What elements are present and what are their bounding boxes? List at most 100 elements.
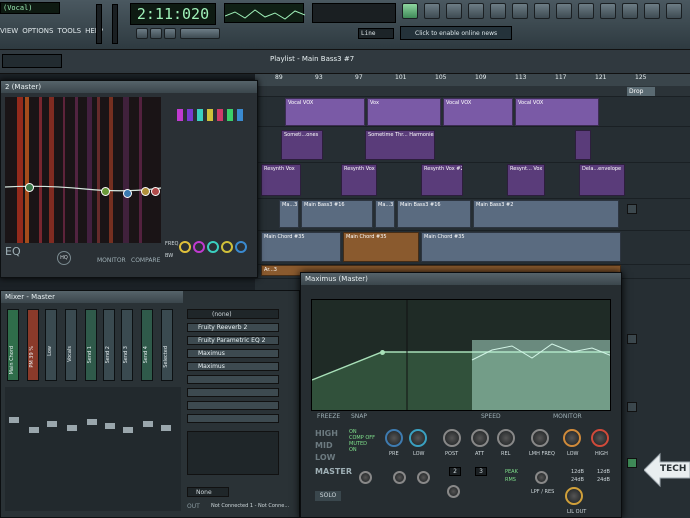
mixer-strip[interactable] <box>121 309 133 381</box>
high-freq-knob[interactable] <box>591 429 609 447</box>
tool-button-3[interactable] <box>468 3 484 19</box>
band-tab-high[interactable]: HIGH <box>315 429 338 438</box>
band-knob[interactable] <box>359 471 372 484</box>
channel-fader[interactable] <box>67 425 77 431</box>
pattern-selector[interactable] <box>2 54 62 68</box>
peak-label[interactable]: PEAK <box>505 469 518 475</box>
eq-band-node[interactable] <box>151 187 160 196</box>
band-fader[interactable] <box>217 109 223 121</box>
mixer-strip[interactable] <box>141 309 153 381</box>
post-gain-knob[interactable] <box>443 429 461 447</box>
pre-gain-knob[interactable] <box>385 429 403 447</box>
low-knob[interactable] <box>409 429 427 447</box>
fx-slot[interactable]: Fruity Parametric EQ 2 <box>187 336 279 345</box>
drop-marker[interactable]: Drop <box>627 87 655 96</box>
pattern-clip[interactable]: Main Bass3 #16 <box>301 200 373 228</box>
band-tab-low[interactable]: LOW <box>315 453 335 462</box>
lmh-freq-knob[interactable] <box>531 429 549 447</box>
band-knob[interactable] <box>393 471 406 484</box>
audio-clip[interactable]: Vox <box>367 98 441 126</box>
pattern-clip[interactable]: Main Bass3 #16 <box>397 200 471 228</box>
tool-button-8[interactable] <box>578 3 594 19</box>
eq-title-bar[interactable]: 2 (Master) <box>1 81 257 93</box>
lpf-knob[interactable] <box>535 471 548 484</box>
speed-control[interactable]: SPEED <box>481 413 501 420</box>
pattern-song-toggle[interactable] <box>180 28 220 39</box>
pattern-clip[interactable]: Main Chord #35 <box>261 232 341 262</box>
play-button[interactable] <box>136 28 148 39</box>
tool-button-6[interactable] <box>534 3 550 19</box>
online-news-banner[interactable]: Click to enable online news <box>400 26 512 40</box>
band-fader[interactable] <box>237 109 243 121</box>
audio-clip[interactable]: Resynth Vox <box>341 164 377 196</box>
hq-button[interactable]: HQ <box>57 251 71 265</box>
line-mode-select[interactable]: Line <box>358 28 394 39</box>
band-knob[interactable] <box>221 241 233 253</box>
eq-band-node[interactable] <box>123 189 132 198</box>
band-knob[interactable] <box>207 241 219 253</box>
playlist-side-button[interactable] <box>627 334 637 344</box>
tool-button-1[interactable] <box>424 3 440 19</box>
stop-button[interactable] <box>150 28 162 39</box>
tool-button-2[interactable] <box>446 3 462 19</box>
channel-fader[interactable] <box>29 427 39 433</box>
tool-button-10[interactable] <box>622 3 638 19</box>
channel-fader[interactable] <box>123 427 133 433</box>
band-knob[interactable] <box>193 241 205 253</box>
insert-selector[interactable]: (none) <box>187 309 279 319</box>
low-freq-knob[interactable] <box>563 429 581 447</box>
maximus-graph[interactable] <box>311 299 611 411</box>
eq-band-node[interactable] <box>101 187 110 196</box>
audio-clip[interactable] <box>575 130 591 160</box>
playlist-side-button[interactable] <box>627 204 637 214</box>
tool-button-7[interactable] <box>556 3 572 19</box>
rms-label[interactable]: RMS <box>505 477 516 483</box>
tool-button-9[interactable] <box>600 3 616 19</box>
band-fader[interactable] <box>197 109 203 121</box>
fx-slot[interactable]: Fruity Reeverb 2 <box>187 323 279 332</box>
fx-slot[interactable] <box>187 401 279 410</box>
pattern-clip[interactable]: Main Bass3 #2 <box>473 200 619 228</box>
automation-clip[interactable]: Dela...envelope <box>579 164 625 196</box>
band-knob[interactable] <box>417 471 430 484</box>
band-tab-mid[interactable]: MID <box>315 441 333 450</box>
pattern-clip[interactable]: Main Chord #35 <box>421 232 621 262</box>
master-pitch-slider[interactable] <box>112 4 118 44</box>
snap-toggle[interactable]: SNAP <box>351 413 367 420</box>
audio-clip[interactable]: Resynt... Vox #2 <box>507 164 545 196</box>
band-knob[interactable] <box>447 485 460 498</box>
fx-slot[interactable]: Maximus <box>187 362 279 371</box>
channel-fader[interactable] <box>47 421 57 427</box>
mixer-strip[interactable] <box>45 309 57 381</box>
band-fader[interactable] <box>227 109 233 121</box>
snap-button[interactable] <box>402 3 418 19</box>
eq-band-node[interactable] <box>141 187 150 196</box>
band-fader[interactable] <box>187 109 193 121</box>
audio-clip[interactable]: Sometime Thr... Harmonies <box>365 130 435 160</box>
pattern-clip[interactable]: Ma...3 <box>375 200 395 228</box>
playlist-side-button[interactable] <box>627 458 637 468</box>
band-fader[interactable] <box>207 109 213 121</box>
band-knob[interactable] <box>179 241 191 253</box>
fx-slot[interactable] <box>187 414 279 423</box>
audio-clip[interactable]: Resynth Vox <box>261 164 301 196</box>
output-knob[interactable] <box>565 487 583 505</box>
audio-clip[interactable]: Someti...ones <box>281 130 323 160</box>
fx-slot[interactable]: Maximus <box>187 349 279 358</box>
freeze-button[interactable]: FREEZE <box>317 413 340 420</box>
audio-clip[interactable]: Resynth Vox #2 <box>421 164 463 196</box>
band-tab-master[interactable]: MASTER <box>315 467 352 476</box>
mixer-strip[interactable] <box>103 309 115 381</box>
fx-slot[interactable] <box>187 388 279 397</box>
tool-button-4[interactable] <box>490 3 506 19</box>
timeline-ruler[interactable]: 89 93 97 101 105 109 113 117 121 125 <box>255 74 690 86</box>
master-volume-slider[interactable] <box>96 4 102 44</box>
step-value[interactable]: 3 <box>475 467 487 476</box>
band-knob[interactable] <box>235 241 247 253</box>
audio-clip[interactable]: Vocal VOX <box>515 98 599 126</box>
eq-section[interactable] <box>187 431 279 475</box>
tool-button-5[interactable] <box>512 3 528 19</box>
record-button[interactable] <box>164 28 176 39</box>
monitor-button[interactable]: MONITOR <box>97 257 126 264</box>
curve-node[interactable] <box>380 350 385 355</box>
